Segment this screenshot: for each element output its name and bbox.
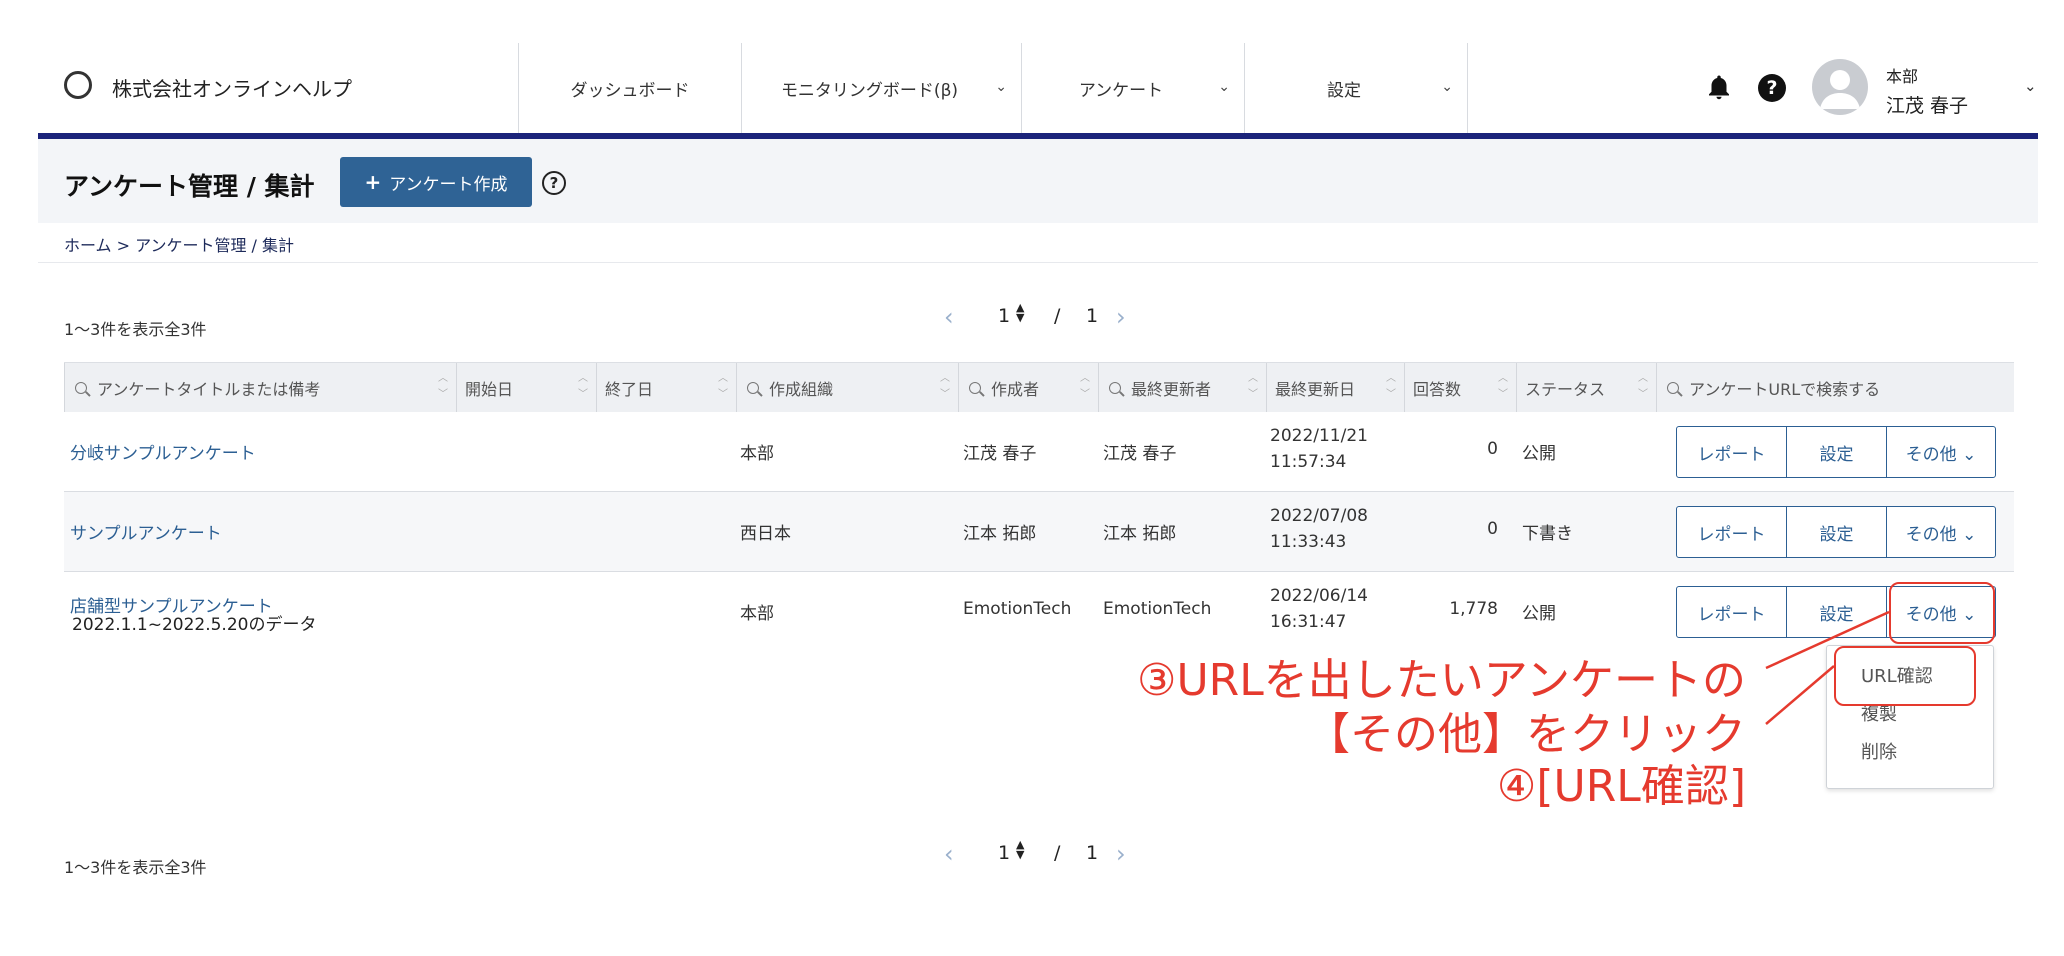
annotation-line-2	[1765, 665, 1835, 725]
next-page-icon[interactable]: ›	[1116, 840, 1126, 868]
annotation-step4: ④[URL確認]	[1496, 761, 1746, 812]
result-count-bottom: 1〜3件を表示全3件	[64, 858, 207, 877]
annotation-line-1	[1765, 610, 1890, 670]
pagination-bottom: ‹ 1 ▲ ▼ / 1 ›	[944, 838, 1126, 868]
prev-page-icon[interactable]: ‹	[944, 840, 954, 868]
page-number-select[interactable]: 1	[998, 842, 1010, 864]
page-spinner-icon[interactable]: ▲ ▼	[1016, 839, 1024, 860]
annotation-pointer-lines	[1765, 610, 1890, 725]
page-total: 1	[1086, 842, 1099, 864]
